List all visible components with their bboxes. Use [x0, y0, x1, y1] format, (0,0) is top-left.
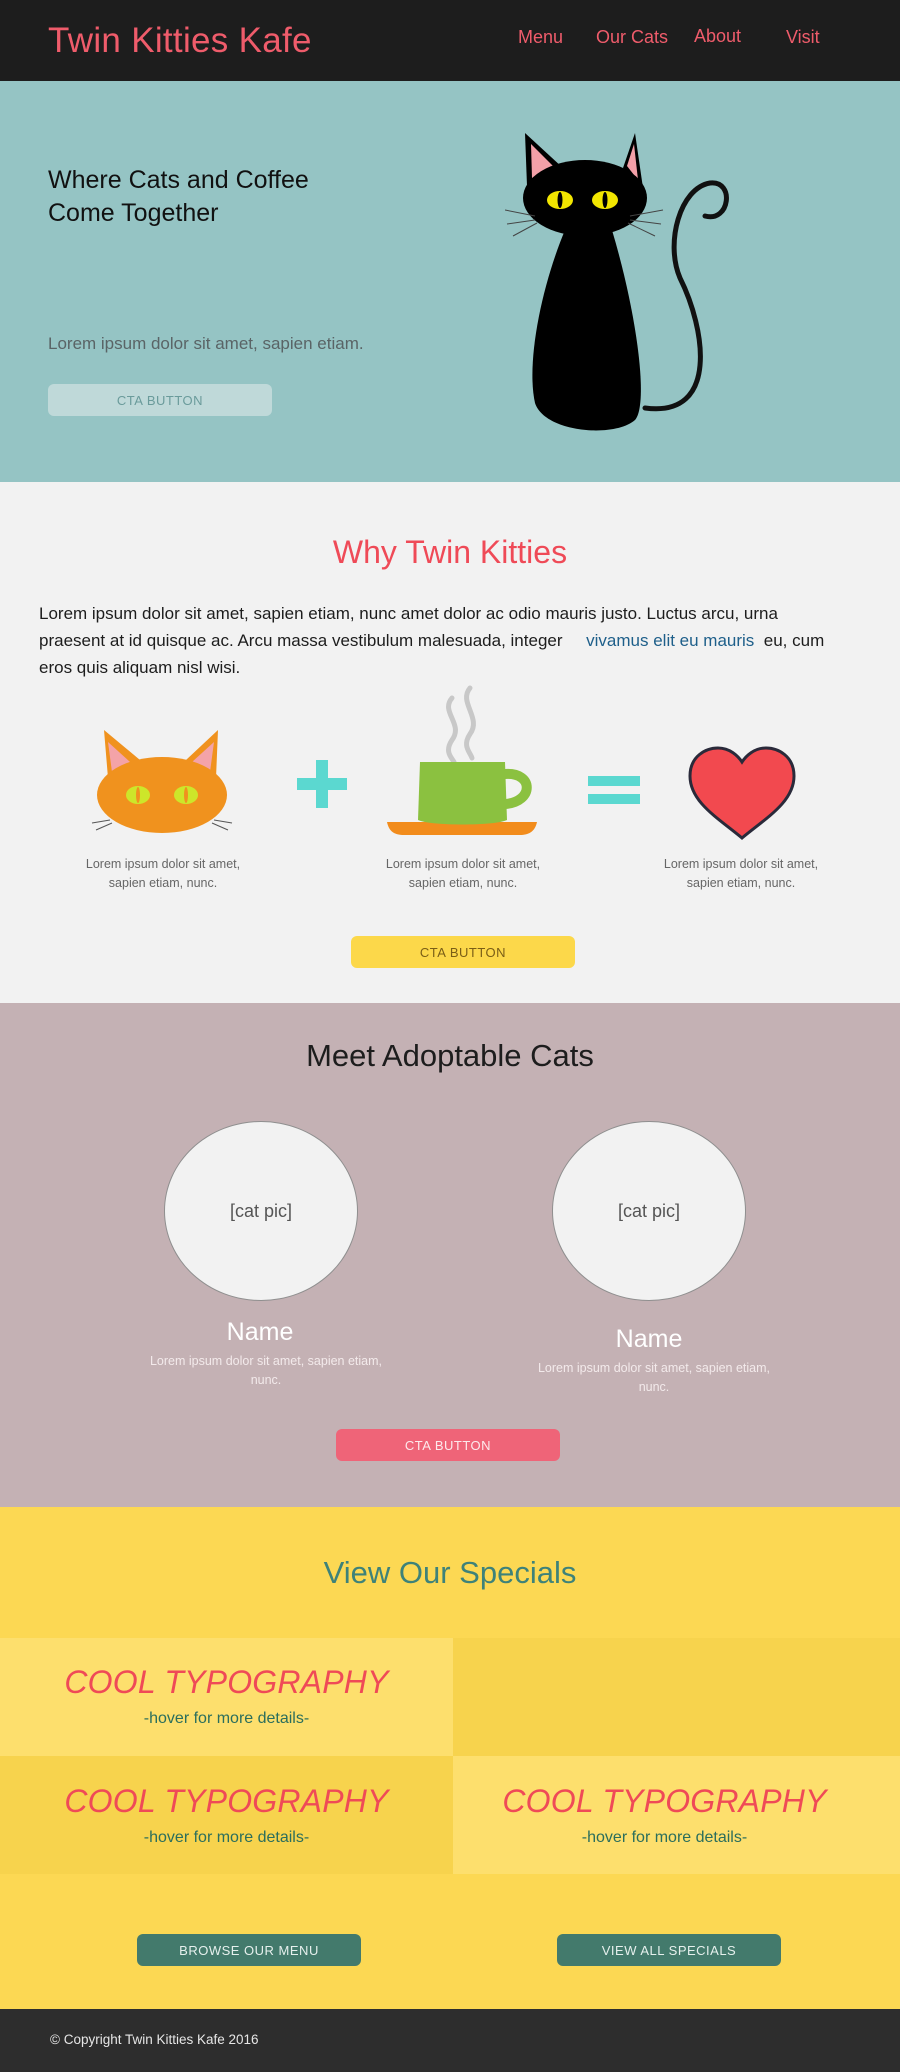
cat-description: Lorem ipsum dolor sit amet, sapien etiam…: [149, 1354, 383, 1387]
hero-cta-button[interactable]: CTA BUTTON: [48, 384, 272, 416]
special-tile-hint: -hover for more details-: [143, 1829, 310, 1846]
special-tile-heading: COOL TYPOGRAPHY: [502, 1783, 827, 1819]
why-cta-button[interactable]: CTA BUTTON: [351, 936, 575, 968]
heart-icon: [688, 746, 796, 840]
black-cat-illustration: [505, 133, 729, 431]
hero-title: Where Cats and Coffee Come Together: [48, 166, 309, 227]
cat-photo-placeholder[interactable]: [cat pic]: [552, 1121, 746, 1301]
cat-pic-label: [cat pic]: [617, 1200, 681, 1221]
nav-our-cats[interactable]: Our Cats: [596, 27, 668, 48]
why-paragraph: Lorem ipsum dolor sit amet, sapien etiam…: [39, 600, 839, 681]
cat-plus-coffee-equals-love-graphic: [91, 685, 796, 840]
view-all-specials-button[interactable]: VIEW ALL SPECIALS: [557, 1934, 781, 1966]
equals-icon: [588, 776, 640, 804]
coffee-cup-icon: [387, 685, 537, 835]
special-tile-heading: COOL TYPOGRAPHY: [64, 1664, 389, 1700]
nav-menu[interactable]: Menu: [518, 27, 563, 48]
special-tile-empty[interactable]: [453, 1638, 900, 1756]
cat-description: Lorem ipsum dolor sit amet, sapien etiam…: [537, 1361, 771, 1394]
special-tile-heading: COOL TYPOGRAPHY: [64, 1783, 389, 1819]
cat-name[interactable]: Name: [130, 1318, 390, 1347]
nav-visit[interactable]: Visit: [786, 27, 820, 48]
nav-about[interactable]: About: [694, 26, 741, 47]
hero-subtitle: Lorem ipsum dolor sit amet, sapien etiam…: [48, 334, 364, 353]
adopt-cta-button[interactable]: CTA BUTTON: [336, 1429, 560, 1461]
equation-caption-cat: Lorem ipsum dolor sit amet, sapien etiam…: [85, 857, 241, 890]
copyright-text: © Copyright Twin Kitties Kafe 2016: [50, 2032, 259, 2047]
brand-logo-text[interactable]: Twin Kitties Kafe: [48, 21, 312, 61]
why-inline-link[interactable]: vivamus elit eu mauris: [586, 631, 754, 650]
equation-caption-coffee: Lorem ipsum dolor sit amet, sapien etiam…: [385, 857, 541, 890]
cat-photo-placeholder[interactable]: [cat pic]: [164, 1121, 358, 1301]
adopt-title: Meet Adoptable Cats: [306, 1038, 594, 1073]
browse-menu-button[interactable]: BROWSE OUR MENU: [137, 1934, 361, 1966]
orange-cat-icon: [91, 730, 233, 833]
plus-icon: [297, 760, 347, 808]
why-title: Why Twin Kitties: [332, 534, 568, 570]
cat-name[interactable]: Name: [519, 1325, 779, 1354]
equation-caption-love: Lorem ipsum dolor sit amet, sapien etiam…: [663, 857, 819, 890]
special-tile-hint: -hover for more details-: [143, 1710, 310, 1727]
cat-pic-label: [cat pic]: [229, 1200, 293, 1221]
specials-title: View Our Specials: [323, 1555, 577, 1590]
hero-section: [0, 81, 900, 482]
special-tile-hint: -hover for more details-: [581, 1829, 748, 1846]
